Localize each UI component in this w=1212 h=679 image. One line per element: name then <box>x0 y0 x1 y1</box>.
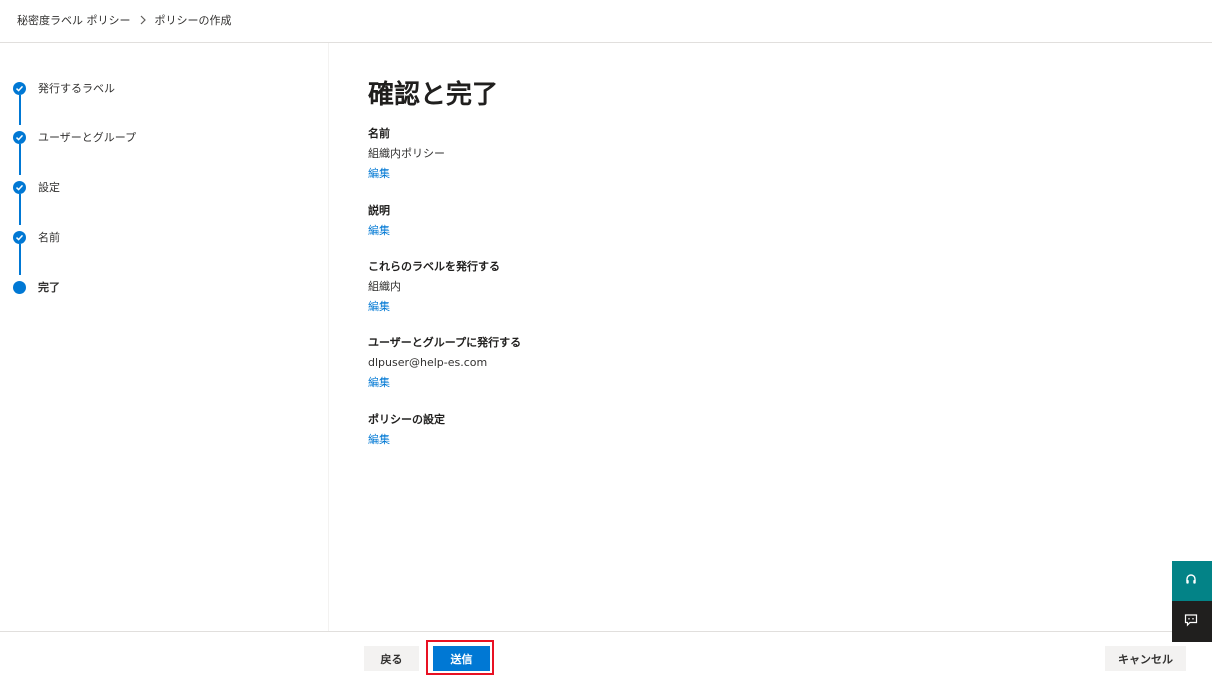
checkmark-icon <box>13 230 26 244</box>
help-button[interactable] <box>1172 561 1212 601</box>
step-connector <box>19 194 21 225</box>
page-title: 確認と完了 <box>368 80 499 110</box>
checkmark-icon <box>13 180 26 194</box>
summary-section-policy-settings: ポリシーの設定 編集 <box>368 413 445 447</box>
chevron-right-icon <box>139 15 147 25</box>
breadcrumb-current: ポリシーの作成 <box>154 14 232 27</box>
step-connector <box>19 144 21 175</box>
section-heading: これらのラベルを発行する <box>368 260 500 273</box>
wizard-step-nav: 発行するラベル ユーザーとグループ 設定 名前 完了 <box>0 43 329 631</box>
summary-section-name: 名前 組織内ポリシー 編集 <box>368 127 445 181</box>
cancel-button[interactable]: キャンセル <box>1105 646 1186 671</box>
step-connector <box>19 95 21 125</box>
step-labels[interactable]: 発行するラベル <box>13 80 115 96</box>
section-value: 組織内 <box>368 280 401 293</box>
step-users-groups[interactable]: ユーザーとグループ <box>13 129 136 145</box>
headset-icon <box>1184 572 1198 591</box>
step-label: 発行するラベル <box>38 82 115 95</box>
summary-section-users-groups: ユーザーとグループに発行する dlpuser@help-es.com 編集 <box>368 336 521 390</box>
section-heading: 名前 <box>368 127 390 140</box>
edit-labels-link[interactable]: 編集 <box>368 300 500 314</box>
checkmark-icon <box>13 130 26 144</box>
breadcrumb-parent-link[interactable]: 秘密度ラベル ポリシー <box>17 12 131 28</box>
submit-highlight-box <box>426 640 494 675</box>
footer-divider <box>0 631 1212 632</box>
step-connector <box>19 244 21 275</box>
edit-policy-settings-link[interactable]: 編集 <box>368 433 445 447</box>
section-heading: ユーザーとグループに発行する <box>368 336 522 349</box>
current-step-dot-icon <box>13 280 26 294</box>
step-label: 名前 <box>38 231 60 244</box>
section-value: 組織内ポリシー <box>368 147 445 160</box>
summary-section-description: 説明 編集 <box>368 204 390 238</box>
edit-name-link[interactable]: 編集 <box>368 167 445 181</box>
step-name[interactable]: 名前 <box>13 229 60 245</box>
step-settings[interactable]: 設定 <box>13 179 60 195</box>
step-finish: 完了 <box>13 279 60 295</box>
checkmark-icon <box>13 81 26 95</box>
edit-users-groups-link[interactable]: 編集 <box>368 376 521 390</box>
breadcrumb: 秘密度ラベル ポリシー ポリシーの作成 <box>17 11 232 29</box>
section-value: dlpuser@help-es.com <box>368 356 488 369</box>
chat-icon <box>1184 612 1198 631</box>
step-label: ユーザーとグループ <box>38 131 137 144</box>
feedback-button[interactable] <box>1172 601 1212 642</box>
summary-section-labels: これらのラベルを発行する 組織内 編集 <box>368 260 500 314</box>
section-heading: 説明 <box>368 204 390 217</box>
section-heading: ポリシーの設定 <box>368 413 445 426</box>
step-label: 設定 <box>38 181 60 194</box>
back-button[interactable]: 戻る <box>364 646 419 671</box>
step-label: 完了 <box>38 281 60 294</box>
edit-description-link[interactable]: 編集 <box>368 224 390 238</box>
